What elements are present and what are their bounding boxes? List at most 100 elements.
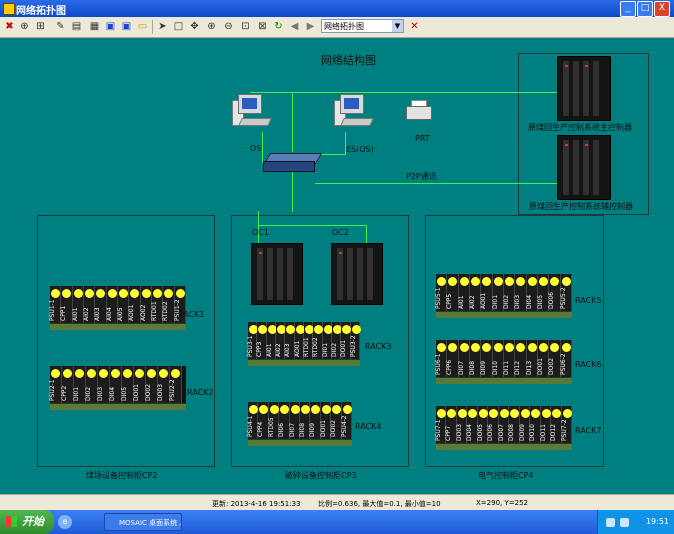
io-module[interactable]: CPP5 xyxy=(446,274,459,312)
io-module-label: PSU5-2 xyxy=(559,287,567,309)
io-module[interactable]: PSU6-2 xyxy=(560,340,572,378)
pointer-icon[interactable]: ➤ xyxy=(156,20,169,33)
es-workstation-icon[interactable] xyxy=(334,94,374,130)
network-line xyxy=(258,225,366,226)
start-button[interactable]: 开始 xyxy=(0,510,54,534)
grid-icon[interactable]: ▦ xyxy=(88,20,101,33)
io-module-label: PSU1-1 xyxy=(49,299,56,321)
io-module[interactable]: CPP1 xyxy=(60,286,73,324)
io-module-label: DO02 xyxy=(548,358,556,375)
rack-rack4[interactable]: PSU4-1 CPP4 RTD05 DI06 DI07 DI08 DI09 DO01 DO02 P… xyxy=(247,402,353,446)
p2p-label: P2P通讯 xyxy=(406,172,437,181)
rack-rack1[interactable]: PSU1-1 CPP1 AI01 AI02 AI03 AI04 AI05 AO01 AO02 RT… xyxy=(49,286,186,330)
io-module[interactable]: AO01 xyxy=(480,274,493,312)
es-label: ES(OS) xyxy=(346,145,374,154)
io-module-label: DI08 xyxy=(299,422,307,437)
io-module-label: CPP1 xyxy=(60,305,68,321)
minimize-button[interactable]: _ xyxy=(620,1,636,17)
io-module-label: DO01 xyxy=(340,340,348,357)
panel-cp2 xyxy=(37,215,215,467)
maximize-button[interactable]: □ xyxy=(637,1,653,17)
pan-icon[interactable]: ✥ xyxy=(188,20,201,33)
io-module[interactable]: PSU3-2 xyxy=(350,322,361,360)
print-icon[interactable]: ▤ xyxy=(70,20,83,33)
io-module-label: DI08 xyxy=(468,360,476,375)
zoom-out-icon[interactable]: ⊖ xyxy=(222,20,235,33)
taskbar-item-mosaic[interactable]: MOSAIC 桌面系统 ... xyxy=(104,513,182,531)
network-tray-icon[interactable] xyxy=(606,518,615,527)
io-module[interactable]: DI12 xyxy=(514,340,527,378)
io-module[interactable]: DI09 xyxy=(480,340,493,378)
io-module-label: CPP5 xyxy=(446,293,454,309)
io-module-label: CPP6 xyxy=(446,359,454,375)
network-line xyxy=(292,92,293,152)
os-workstation-icon[interactable] xyxy=(232,94,272,130)
rack-rack2[interactable]: PSU2-1 CPP2 DI01 DI02 DI03 DI04 DI05 DO01 DO02 DO… xyxy=(49,366,186,410)
zoom-in-icon[interactable]: ⊕ xyxy=(205,20,218,33)
io-module-label: DI10 xyxy=(491,360,499,375)
io-module-label: DO03 xyxy=(455,424,463,441)
close-button[interactable]: X xyxy=(654,1,670,17)
master-controller-cabinet[interactable] xyxy=(557,56,611,121)
zoom-window-icon[interactable]: ⊠ xyxy=(256,20,269,33)
io-module-label: AI01 xyxy=(71,307,79,321)
io-module-label: RTD01 xyxy=(150,301,158,321)
save-icon[interactable]: ▣ xyxy=(104,20,117,33)
view-select[interactable]: 网络拓扑图 ▼ xyxy=(321,19,404,33)
io-module-label: RTD05 xyxy=(267,417,275,437)
io-module[interactable]: CPP6 xyxy=(446,340,459,378)
volume-tray-icon[interactable] xyxy=(620,518,629,527)
network-switch-icon[interactable] xyxy=(263,151,323,173)
io-module-label: PSU4-1 xyxy=(247,415,254,437)
connector-icon[interactable]: ⊕ xyxy=(18,20,31,33)
rack-rack3[interactable]: PSU3-1 CPP3 AI01 AI02 AI03 AO01 RTD01 RTD02 DI01… xyxy=(247,322,361,366)
diagram-canvas[interactable]: 网络结构图 OS ES(OS) PRT P2P通讯 原煤回生产控制系统主控制器 xyxy=(0,38,674,494)
io-module[interactable]: PSU7-2 xyxy=(561,406,573,444)
forward-icon[interactable]: ▶ xyxy=(304,20,317,33)
network-line xyxy=(258,211,259,225)
io-module-label: RTD02 xyxy=(312,337,320,357)
back-icon[interactable]: ◀ xyxy=(288,20,301,33)
io-module[interactable]: PSU2-2 xyxy=(169,366,182,404)
network-line xyxy=(292,172,293,212)
pen-icon[interactable]: ✎ xyxy=(54,20,67,33)
status-scale: 比例=0.636, 最大值=0.1, 最小值=10 xyxy=(318,500,441,508)
backup-controller-cabinet[interactable] xyxy=(557,135,611,200)
system-tray: 19:51 xyxy=(597,510,674,534)
oc1-label: OC1 xyxy=(252,228,269,237)
rectangle-icon[interactable]: □ xyxy=(172,20,185,33)
io-module-label: DI01 xyxy=(73,386,80,401)
io-module-label: DO07 xyxy=(497,424,505,441)
oc2-cabinet[interactable] xyxy=(331,243,383,305)
printer-icon[interactable] xyxy=(404,100,432,120)
rack-rack7[interactable]: PSU7-1 CPP7 DO03 DO04 DO05 DO06 DO07 DO08 DO09 DO… xyxy=(435,406,573,450)
master-controller-label: 原煤回生产控制系统主控制器 xyxy=(528,123,632,132)
io-module[interactable]: AO01 xyxy=(128,286,141,324)
io-module[interactable]: DO06 xyxy=(548,274,561,312)
io-module-label: DO02 xyxy=(330,420,338,437)
zoom-fit-icon[interactable]: ⊡ xyxy=(239,20,252,33)
delete-icon[interactable]: ✖ xyxy=(3,20,16,33)
io-module[interactable]: AI03 xyxy=(94,286,107,324)
io-module-label: PSU3-1 xyxy=(247,335,254,357)
io-module-label: AO02 xyxy=(139,304,147,321)
chevron-down-icon[interactable]: ▼ xyxy=(392,20,403,32)
oc1-cabinet[interactable] xyxy=(251,243,303,305)
open-icon[interactable]: ▭ xyxy=(136,20,149,33)
io-module[interactable]: PSU4-2 xyxy=(341,402,353,440)
status-bar: 更新: 2013-4-16 19:51:33 比例=0.636, 最大值=0.1… xyxy=(0,494,674,511)
io-module[interactable]: DI03 xyxy=(514,274,527,312)
close-view-icon[interactable]: ✕ xyxy=(408,20,421,33)
save-as-icon[interactable]: ▣ xyxy=(120,20,133,33)
io-module[interactable]: RTD02 xyxy=(162,286,175,324)
group-icon[interactable]: ⊞ xyxy=(34,20,47,33)
io-module[interactable]: DO02 xyxy=(548,340,561,378)
rack-rack5[interactable]: PSU5-1 CPP5 AI01 AI02 AO01 DI01 DI02 DI03 DI04 DI… xyxy=(435,274,572,318)
refresh-icon[interactable]: ↻ xyxy=(272,20,285,33)
rack-rack6[interactable]: PSU6-1 CPP6 DI07 DI08 DI09 DI10 DI11 DI12 DI13 DO… xyxy=(435,340,572,384)
browser-icon[interactable]: e xyxy=(58,515,72,529)
io-module-label: PSU2-2 xyxy=(169,379,176,401)
io-module-label: AI03 xyxy=(94,307,102,321)
io-module[interactable]: PSU5-2 xyxy=(559,274,572,312)
io-module-label: DO09 xyxy=(518,424,526,441)
